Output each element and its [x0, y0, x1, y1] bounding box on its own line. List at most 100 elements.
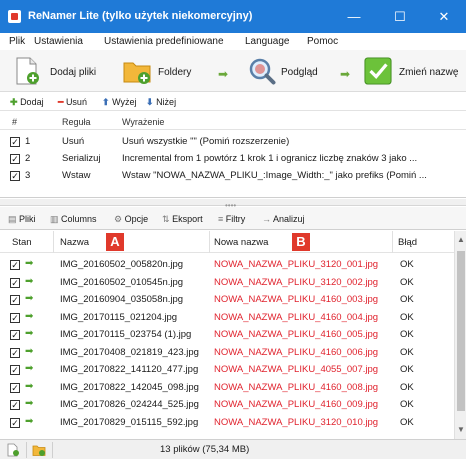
tab-analizuj[interactable]: → Analizuj: [262, 214, 305, 224]
tab-columns[interactable]: ▥ Columns: [50, 214, 97, 225]
rule-checkbox[interactable]: ✓: [10, 137, 20, 147]
file-row[interactable]: ✓ ➡ IMG_20170822_142045_098.jpg NOWA_NAZWA_…: [0, 380, 454, 395]
files-header: Stan Nazwa A Nowa nazwa B Błąd: [0, 231, 454, 253]
folder-icon: [123, 62, 151, 84]
file-checkbox[interactable]: ✓: [10, 417, 20, 428]
file-name: IMG_20170826_024244_525.jpg: [60, 399, 199, 410]
rule-checkbox[interactable]: ✓: [10, 154, 20, 164]
file-row[interactable]: ✓ ➡ IMG_20170826_024244_525.jpg NOWA_NAZWA_…: [0, 397, 454, 412]
preview-label: Podgląd: [281, 67, 318, 78]
status-bar: 13 plików (75,34 MB): [0, 439, 466, 459]
file-checkbox[interactable]: ✓: [10, 400, 20, 410]
rule-checkbox[interactable]: ✓: [10, 171, 20, 181]
tab-opcje[interactable]: ⚙ Opcje: [114, 214, 148, 225]
remove-rule-button[interactable]: ━ Usuń: [58, 97, 87, 108]
analyze-icon: →: [262, 214, 271, 224]
arrow-right-icon: ➡: [25, 258, 34, 269]
menu-language[interactable]: Language: [245, 36, 290, 47]
file-row[interactable]: ✓ ➡ IMG_20170829_015115_592.jpg NOWA_NAZWA_…: [0, 415, 454, 430]
tab-analizuj-label: Analizuj: [273, 214, 305, 224]
folder-icon[interactable]: [32, 443, 46, 457]
file-new-name: NOWA_NAZWA_PLIKU_4160_003.jpg: [214, 294, 379, 305]
preview-button[interactable]: Podgląd: [247, 56, 327, 86]
file-row[interactable]: ✓ ➡ IMG_20170822_141120_477.jpg NOWA_NAZWA_…: [0, 362, 454, 377]
file-checkbox[interactable]: ✓: [10, 330, 20, 340]
minimize-button[interactable]: —: [332, 0, 376, 33]
column-divider[interactable]: [392, 231, 393, 253]
rule-name: Serializuj: [62, 153, 101, 164]
rename-button[interactable]: Zmień nazwę: [364, 56, 464, 86]
main-toolbar: Dodaj pliki Foldery ➡ Podgląd ➡ Zmień na…: [0, 50, 466, 92]
file-checkbox[interactable]: ✓: [10, 365, 20, 375]
close-button[interactable]: ✕: [422, 0, 466, 33]
move-down-button[interactable]: ⬇ Niżej: [146, 97, 176, 108]
file-new-name: NOWA_NAZWA_PLIKU_3120_002.jpg: [214, 276, 379, 288]
add-rule-button[interactable]: ✚ Dodaj: [10, 97, 44, 108]
rules-col-num: #: [12, 117, 18, 127]
tab-columns-label: Columns: [61, 214, 97, 224]
menu-ustawienia[interactable]: Ustawienia: [34, 36, 83, 47]
menu-plik[interactable]: Plik: [9, 36, 25, 47]
rule-row[interactable]: ✓ 3 Wstaw Wstaw "NOWA_NAZWA_PLIKU_:Image…: [0, 168, 466, 184]
magnifier-icon: [249, 58, 276, 85]
arrow-right-icon: ➡: [25, 275, 34, 287]
rename-label: Zmień nazwę: [399, 67, 459, 78]
arrow-right-icon: ➡: [25, 293, 34, 304]
file-error: OK: [400, 329, 414, 340]
file-row[interactable]: ✓ ➡ IMG_20160904_035058n.jpg NOWA_NAZWA_PLI…: [0, 292, 454, 307]
rule-row[interactable]: ✓ 2 Serializuj Incremental from 1 powtór…: [0, 151, 466, 167]
col-name[interactable]: Nazwa: [60, 237, 89, 248]
file-checkbox[interactable]: ✓: [10, 277, 20, 288]
vertical-scrollbar[interactable]: ▲ ▼: [454, 231, 466, 439]
file-error: OK: [400, 311, 414, 323]
files-icon: ▤: [8, 214, 17, 224]
file-new-name: NOWA_NAZWA_PLIKU_3120_001.jpg: [214, 259, 379, 270]
rule-expression: Usuń wszystkie "" (Pomiń rozszerzenie): [122, 136, 290, 147]
scroll-down-icon[interactable]: ▼: [457, 425, 465, 434]
rule-ops-bar: ✚ Dodaj ━ Usuń ⬆ Wyżej ⬇ Niżej: [0, 93, 466, 111]
file-error: OK: [400, 364, 414, 375]
col-new-name[interactable]: Nowa nazwa: [214, 237, 268, 248]
file-name: IMG_20170408_021819_423.jpg: [60, 346, 199, 358]
scroll-up-icon[interactable]: ▲: [457, 235, 465, 244]
file-row[interactable]: ✓ ➡ IMG_20160502_005820n.jpg NOWA_NAZWA_PLI…: [0, 257, 454, 272]
move-up-label: Wyżej: [112, 97, 137, 107]
maximize-button[interactable]: ☐: [378, 0, 422, 33]
menu-ustawienia-predefiniowane[interactable]: Ustawienia predefiniowane: [104, 36, 224, 47]
tab-eksport[interactable]: ⇅ Eksport: [162, 214, 203, 225]
add-files-label: Dodaj pliki: [50, 67, 97, 78]
scrollbar-thumb[interactable]: [457, 251, 465, 411]
rule-num: 2: [25, 153, 31, 164]
file-checkbox[interactable]: ✓: [10, 260, 20, 270]
file-row[interactable]: ✓ ➡ IMG_20170115_023754 (1).jpg NOWA_NAZWA_…: [0, 327, 454, 342]
file-checkbox[interactable]: ✓: [10, 382, 20, 393]
file-row[interactable]: ✓ ➡ IMG_20160502_010545n.jpg NOWA_NAZWA_PLI…: [0, 275, 454, 290]
col-state[interactable]: Stan: [12, 237, 32, 248]
tab-filtry-label: Filtry: [225, 214, 246, 224]
plus-icon: ✚: [10, 97, 18, 107]
file-checkbox[interactable]: ✓: [10, 312, 20, 323]
column-divider[interactable]: [209, 231, 210, 253]
arrow-right-icon: ➡: [25, 380, 34, 392]
file-name: IMG_20170115_021204.jpg: [60, 311, 178, 323]
menu-pomoc[interactable]: Pomoc: [307, 36, 338, 47]
panel-splitter[interactable]: ••••: [0, 199, 466, 210]
file-row[interactable]: ✓ ➡ IMG_20170408_021819_423.jpg NOWA_NAZWA_…: [0, 345, 454, 360]
menu-bar: Plik Ustawienia Ustawienia predefiniowan…: [0, 33, 466, 50]
file-checkbox[interactable]: ✓: [10, 295, 20, 305]
file-name: IMG_20170829_015115_592.jpg: [60, 416, 199, 428]
add-file-icon[interactable]: [6, 443, 20, 457]
folders-button[interactable]: Foldery: [122, 56, 202, 86]
file-row[interactable]: ✓ ➡ IMG_20170115_021204.jpg NOWA_NAZWA_PLIK…: [0, 310, 454, 325]
add-files-button[interactable]: Dodaj pliki: [12, 56, 112, 86]
rule-row[interactable]: ✓ 1 Usuń Usuń wszystkie "" (Pomiń rozsze…: [0, 134, 466, 150]
file-name: IMG_20170822_141120_477.jpg: [60, 364, 199, 375]
tab-pliki[interactable]: ▤ Pliki: [8, 214, 36, 225]
add-rule-label: Dodaj: [20, 97, 44, 107]
move-up-button[interactable]: ⬆ Wyżej: [102, 97, 136, 108]
tab-filtry[interactable]: ≡ Filtry: [218, 214, 245, 224]
col-error[interactable]: Błąd: [398, 237, 417, 248]
arrow-right-icon: ➡: [25, 363, 34, 374]
column-divider[interactable]: [53, 231, 54, 253]
file-checkbox[interactable]: ✓: [10, 347, 20, 358]
